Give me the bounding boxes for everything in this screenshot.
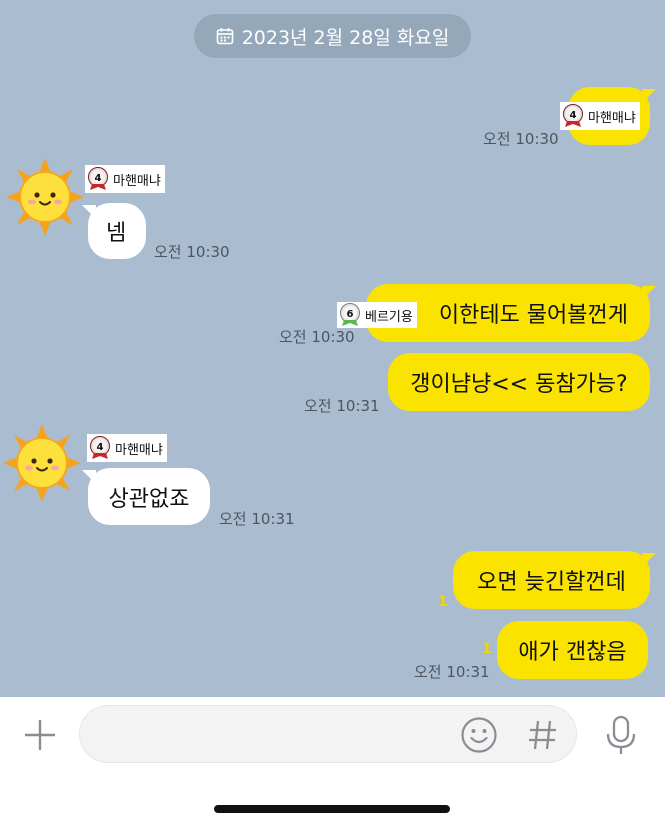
sticker-tag: 마핸매냐	[560, 102, 640, 130]
microphone-icon[interactable]	[604, 714, 638, 756]
message-bubble[interactable]: 넴	[88, 203, 146, 259]
emoji-icon[interactable]	[460, 716, 498, 754]
message-bubble[interactable]: 갱이냠냥<< 동참가능?	[388, 353, 650, 411]
rank-badge-icon	[87, 167, 109, 191]
message-text: 넴	[106, 221, 127, 246]
message-text: 갱이냠냥<< 동참가능?	[410, 372, 628, 397]
date-divider: 2023년 2월 28일 화요일	[194, 14, 471, 58]
sticker-label: 마핸매냐	[115, 442, 163, 458]
sticker-label: 마핸매냐	[113, 173, 161, 189]
message-text: 상관없죠	[108, 486, 190, 512]
plus-icon[interactable]	[22, 717, 58, 753]
message-text: 애가 갠찮음	[518, 640, 627, 665]
unread-count: 1	[438, 594, 448, 610]
calendar-icon	[216, 27, 234, 45]
chat-area[interactable]: 2023년 2월 28일 화요일 마핸매냐 오전 10:30 마핸매냐 넴 오전…	[0, 0, 665, 697]
unread-count: 1	[482, 641, 492, 657]
hashtag-icon[interactable]	[526, 716, 560, 754]
rank-badge-icon	[89, 436, 111, 460]
rank-badge-icon	[562, 104, 584, 128]
message-time: 오전 10:30	[279, 328, 355, 346]
sticker-tag: 베르기용	[337, 302, 417, 328]
message-bubble[interactable]: 오면 늦긴할껀데	[453, 551, 650, 609]
message-bubble[interactable]: 애가 갠찮음	[497, 621, 648, 679]
home-indicator[interactable]	[214, 805, 450, 813]
message-time: 오전 10:31	[219, 510, 295, 528]
sticker-label: 마핸매냐	[588, 110, 636, 126]
message-input-bar	[0, 697, 665, 830]
message-text: 오면 늦긴할껀데	[477, 570, 626, 595]
message-bubble[interactable]: 상관없죠	[88, 468, 210, 525]
message-time: 오전 10:30	[483, 130, 559, 148]
sun-character-icon[interactable]	[5, 157, 85, 237]
sticker-label: 베르기용	[365, 309, 413, 325]
message-text: 이한테도 물어볼껀게	[438, 303, 628, 328]
sticker-tag: 마핸매냐	[85, 165, 165, 193]
rank-badge-icon	[339, 303, 361, 327]
message-input[interactable]	[79, 705, 577, 763]
sticker-tag: 마핸매냐	[87, 434, 167, 462]
message-time: 오전 10:31	[304, 397, 380, 415]
message-time: 오전 10:30	[154, 243, 230, 261]
message-time: 오전 10:31	[414, 663, 490, 681]
sun-character-icon[interactable]	[2, 423, 82, 503]
date-label: 2023년 2월 28일 화요일	[241, 26, 450, 49]
